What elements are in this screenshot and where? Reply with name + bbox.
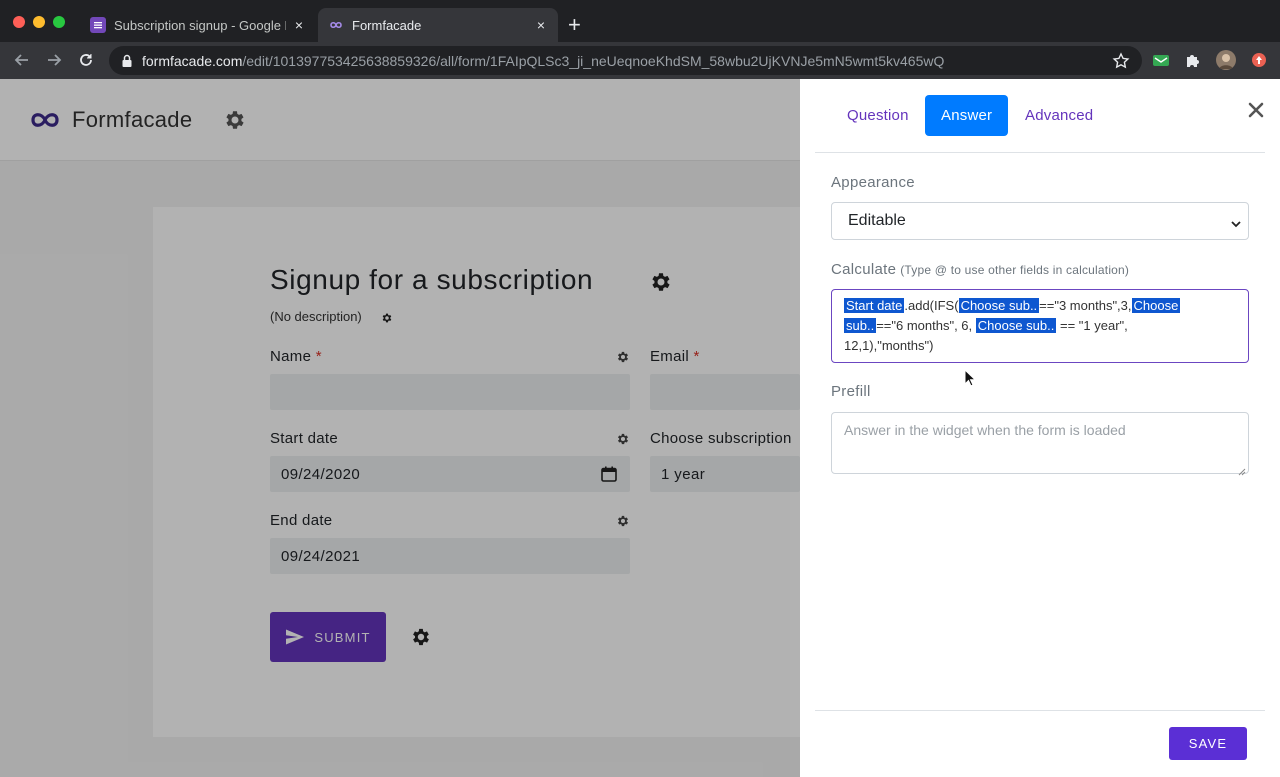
footer-divider (815, 710, 1265, 711)
tab-close-icon[interactable]: × (292, 18, 306, 32)
subscription-select[interactable]: 1 year (650, 456, 800, 492)
formula-text: =="3 months",3, (1039, 298, 1132, 313)
calculate-label-text: Calculate (831, 261, 897, 278)
new-tab-button[interactable]: + (568, 14, 581, 36)
formfacade-logo-icon (30, 108, 60, 132)
form-card: Signup for a subscription (No descriptio… (153, 207, 800, 737)
tab-title: Subscription signup - Google F (114, 17, 286, 33)
email-label-text: Email (650, 348, 690, 365)
field-token-choose-subscription[interactable]: Choose sub.. (975, 318, 1057, 333)
resize-grip-icon[interactable] (1238, 463, 1246, 476)
tab-answer[interactable]: Answer (925, 95, 1009, 136)
tab-title: Formfacade (352, 17, 422, 33)
browser-toolbar: formfacade.com/edit/10139775342563885932… (0, 42, 1280, 79)
calculate-label: Calculate (Type @ to use other fields in … (831, 261, 1129, 278)
calculate-input[interactable]: Start date .add(IFS(Choose sub.. =="3 mont… (831, 289, 1249, 363)
settings-gear-icon[interactable] (223, 108, 247, 132)
minimize-window-button[interactable] (33, 16, 45, 28)
name-settings-gear-icon[interactable] (616, 350, 630, 364)
prefill-placeholder: Answer in the widget when the form is lo… (844, 422, 1126, 438)
maximize-window-button[interactable] (53, 16, 65, 28)
formfacade-icon (328, 17, 344, 33)
name-label: Name * (270, 348, 322, 365)
save-button[interactable]: SAVE (1169, 727, 1247, 760)
submit-label: SUBMIT (314, 629, 371, 645)
start-date-input[interactable]: 09/24/2020 (270, 456, 630, 492)
browser-tab-subscription-signup[interactable]: Subscription signup - Google F × (80, 8, 316, 42)
tab-advanced[interactable]: Advanced (1009, 95, 1109, 136)
google-forms-icon (90, 17, 106, 33)
end-date-settings-gear-icon[interactable] (616, 514, 630, 528)
mouse-cursor-icon (964, 368, 977, 387)
submit-settings-gear-icon[interactable] (410, 626, 432, 648)
name-input[interactable] (270, 374, 630, 410)
required-mark: * (315, 348, 322, 365)
submit-button[interactable]: SUBMIT (270, 612, 386, 662)
chevron-down-icon (1231, 216, 1241, 228)
appearance-value: Editable (848, 212, 906, 229)
calculate-hint: (Type @ to use other fields in calculati… (900, 263, 1130, 277)
tab-close-icon[interactable]: × (534, 18, 548, 32)
reload-icon[interactable] (77, 51, 95, 69)
url-host: formfacade.com (142, 52, 243, 69)
tab-question[interactable]: Question (831, 95, 925, 136)
field-token-choose-subscription[interactable]: Choose (1131, 298, 1181, 313)
field-token-choose-subscription[interactable]: sub.. (844, 318, 877, 333)
email-input[interactable] (650, 374, 800, 410)
formula-text: 12,1),"months") (844, 338, 934, 353)
formula-text: == "1 year", (1056, 318, 1128, 333)
calendar-icon[interactable] (600, 465, 618, 483)
close-icon[interactable] (1247, 101, 1265, 119)
extensions-puzzle-icon[interactable] (1184, 51, 1202, 69)
start-date-value: 09/24/2020 (281, 465, 361, 483)
form-title: Signup for a subscription (270, 264, 594, 295)
end-date-label: End date (270, 512, 333, 529)
panel-tabs: Question Answer Advanced (815, 79, 1265, 153)
prefill-textarea[interactable]: Answer in the widget when the form is lo… (831, 412, 1249, 476)
close-window-button[interactable] (13, 16, 25, 28)
start-date-settings-gear-icon[interactable] (616, 432, 630, 446)
profile-avatar[interactable] (1216, 50, 1236, 70)
url-path: /edit/101397753425638859326/all/form/1FA… (242, 52, 945, 69)
address-bar[interactable]: formfacade.com/edit/10139775342563885932… (109, 46, 1142, 75)
subscription-label: Choose subscription (650, 430, 792, 447)
email-label: Email * (650, 348, 700, 365)
extension-red-icon[interactable] (1250, 51, 1268, 69)
form-description: (No description) (270, 309, 362, 324)
browser-tab-bar: Subscription signup - Google F × Formfac… (0, 0, 1280, 42)
send-icon (285, 627, 305, 647)
appearance-label: Appearance (831, 174, 915, 191)
back-arrow-icon[interactable] (13, 51, 31, 69)
description-settings-gear-icon[interactable] (381, 311, 393, 323)
app-header: Formfacade (0, 79, 800, 161)
start-date-label: Start date (270, 430, 339, 447)
url-text: formfacade.com/edit/10139775342563885932… (142, 53, 1112, 69)
formula-text: .add(IFS( (904, 298, 959, 313)
brand-name: Formfacade (72, 107, 193, 132)
mail-extension-icon[interactable] (1152, 51, 1170, 69)
required-mark: * (693, 348, 700, 365)
field-token-start-date[interactable]: Start date (844, 298, 905, 313)
page-content: Formfacade Signup for a subscription (No… (0, 79, 1280, 777)
browser-tab-formfacade[interactable]: Formfacade × (318, 8, 558, 42)
end-date-input[interactable]: 09/24/2021 (270, 538, 630, 574)
appearance-select[interactable]: Editable (831, 202, 1249, 240)
field-token-choose-subscription[interactable]: Choose sub.. (958, 298, 1040, 313)
formula-text: =="6 months", 6, (876, 318, 976, 333)
title-settings-gear-icon[interactable] (649, 270, 673, 294)
name-label-text: Name (270, 348, 312, 365)
field-settings-panel: Question Answer Advanced Appearance Edit… (800, 79, 1280, 777)
lock-icon (121, 54, 133, 68)
bookmark-star-icon[interactable] (1112, 51, 1130, 70)
forward-arrow-icon[interactable] (45, 51, 63, 69)
prefill-label: Prefill (831, 383, 871, 400)
